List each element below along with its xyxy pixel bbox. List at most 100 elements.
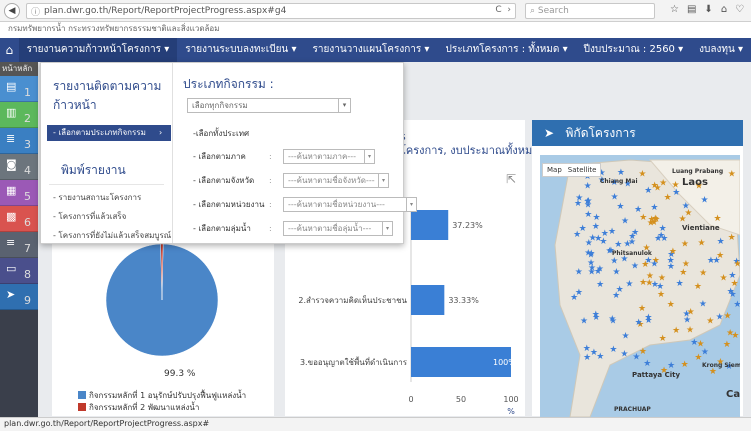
map-marker[interactable]: ★ [573,230,581,240]
map-marker[interactable]: ★ [651,181,659,191]
map-marker[interactable]: ★ [650,260,658,270]
map-marker[interactable]: ★ [676,279,684,289]
rail-item-4[interactable]: ◙ 4 [0,154,38,180]
map-marker[interactable]: ★ [713,214,721,224]
map-marker[interactable]: ★ [684,208,692,218]
map-marker[interactable]: ★ [720,274,728,284]
reading-list-icon[interactable]: ▤ [687,4,696,15]
download-icon[interactable]: ⬇ [704,4,712,15]
map-marker[interactable]: ★ [635,318,643,328]
nav-fiscal-year[interactable]: ปีงบประมาณ : 2560 ▾ [576,38,692,62]
activity-type-select[interactable]: เลือกทุกกิจกรรม ▾ [187,98,351,113]
map-type-control[interactable]: Map Satellite [542,163,602,177]
select-all-country[interactable]: -เลือกทั้งประเทศ [175,113,403,140]
map-marker[interactable]: ★ [612,267,620,277]
map-marker[interactable]: ★ [731,331,739,341]
rail-home-label[interactable]: หน้าหลัก [0,62,38,76]
bar-2[interactable] [411,285,445,315]
map-marker[interactable]: ★ [723,311,731,321]
legend-item-2[interactable]: กิจกรรมหลักที่ 2 พัฒนาแหล่งน้ำ [78,402,246,414]
nav-registration-report[interactable]: รายงานระบบลงทะเบียน ▾ [177,38,304,62]
map-marker[interactable]: ★ [628,237,636,247]
map-marker[interactable]: ★ [706,317,714,327]
map-marker[interactable]: ★ [733,300,740,310]
map-marker[interactable]: ★ [589,234,597,244]
export-icon[interactable]: ⇱ [506,172,516,186]
map-marker[interactable]: ★ [596,280,604,290]
map-marker[interactable]: ★ [584,210,592,220]
map-marker[interactable]: ★ [631,261,639,271]
address-bar[interactable]: ⓘ plan.dwr.go.th/Report/ReportProjectPro… [26,3,516,19]
menu-item-by-activity[interactable]: - เลือกตามประเภทกิจกรรม › [47,125,171,141]
nav-progress-report[interactable]: รายงานความก้าวหน้าโครงการ ▾ [18,38,178,62]
map-marker[interactable]: ★ [575,267,583,277]
map-marker[interactable]: ★ [583,197,591,207]
map-marker[interactable]: ★ [723,340,731,350]
nav-project-type[interactable]: ประเภทโครงการ : ทั้งหมด ▾ [437,38,575,62]
map-marker[interactable]: ★ [614,240,622,250]
print-link-status[interactable]: - รายงานสถานะโครงการ [41,185,172,204]
reload-icon[interactable]: C › [495,5,511,15]
map-marker[interactable]: ★ [669,247,677,257]
filter-province-select[interactable]: ---ค้นหาตามชื่อจังหวัด--- ▾ [283,173,389,188]
nav-planning-report[interactable]: รายงานวางแผนโครงการ ▾ [304,38,437,62]
map-marker[interactable]: ★ [647,218,655,228]
map-marker[interactable]: ★ [681,239,689,249]
map-marker[interactable]: ★ [612,291,620,301]
browser-search-input[interactable]: ⌕ Search [525,3,655,19]
map-marker[interactable]: ★ [716,312,724,322]
map-marker[interactable]: ★ [728,271,736,281]
map-marker[interactable]: ★ [672,181,680,191]
map-marker[interactable]: ★ [616,202,624,212]
print-link-completed[interactable]: - โครงการที่แล้วเสร็จ [41,204,172,223]
map-marker[interactable]: ★ [727,287,735,297]
map-marker[interactable]: ★ [608,227,616,237]
rail-item-5[interactable]: ▦ 5 [0,180,38,206]
filter-basin-select[interactable]: ---ค้นหาตามชื่อลุ่มน้ำ--- ▾ [283,221,393,236]
map-marker[interactable]: ★ [681,360,689,370]
map-marker[interactable]: ★ [667,262,675,272]
print-link-incomplete[interactable]: - โครงการที่ยังไม่แล้วเสร็จสมบูรณ์ [41,223,172,242]
bookmark-star-icon[interactable]: ☆ [670,4,679,15]
map-marker[interactable]: ★ [610,257,618,267]
map-marker[interactable]: ★ [672,326,680,336]
map-marker[interactable]: ★ [620,350,628,360]
map-marker[interactable]: ★ [682,309,690,319]
map-marker[interactable]: ★ [621,217,629,227]
map-marker[interactable]: ★ [699,299,707,309]
map-marker[interactable]: ★ [728,233,736,243]
map-marker[interactable]: ★ [596,265,604,275]
nav-budget[interactable]: งบลงทุน ▾ [691,38,751,62]
map-marker[interactable]: ★ [575,288,583,298]
map-marker[interactable]: ★ [631,228,639,238]
map-marker[interactable]: ★ [713,256,721,266]
map-marker[interactable]: ★ [644,313,652,323]
map-marker[interactable]: ★ [686,325,694,335]
map-marker[interactable]: ★ [690,338,698,348]
map-marker[interactable]: ★ [694,282,702,292]
map-marker[interactable]: ★ [639,213,647,223]
map-marker[interactable]: ★ [659,334,667,344]
rail-item-9[interactable]: ➤ 9 [0,284,38,310]
bar-1[interactable] [411,210,449,240]
rail-item-2[interactable]: ▥ 2 [0,102,38,128]
map-marker[interactable]: ★ [658,274,666,284]
map-marker[interactable]: ★ [667,361,675,371]
map-marker[interactable]: ★ [587,259,595,269]
legend-item-1[interactable]: กิจกรรมหลักที่ 1 อนุรักษ์ปรับปรุงฟื้นฟูแ… [78,390,246,402]
map-marker[interactable]: ★ [625,279,633,289]
map-marker[interactable]: ★ [584,182,592,192]
map-marker[interactable]: ★ [733,259,740,269]
map-marker[interactable]: ★ [592,310,600,320]
rail-item-3[interactable]: ≣ 3 [0,128,38,154]
filter-region-select[interactable]: ---ค้นหาตามภาค--- ▾ [283,149,375,164]
rail-item-8[interactable]: ▭ 8 [0,258,38,284]
map-marker[interactable]: ★ [646,271,654,281]
project-map[interactable]: ★ ★ ★ ★ ★ ★ ★ ★ ★ ★ ★ ★ ★ ★ ★ ★ ★ ★ ★ ★ ★ ★ ★ ★ ★ ★ ★ ★ ★ ★ ★ ★ ★ ★ ★ ★ ★ ★ ★ ★… [540,155,740,417]
map-marker[interactable]: ★ [664,193,672,203]
rail-item-7[interactable]: ≡ 7 [0,232,38,258]
map-marker[interactable]: ★ [592,222,600,232]
back-button[interactable]: ◀ [4,2,20,19]
rail-item-1[interactable]: ▤ 1 [0,76,38,102]
home-icon[interactable]: ⌂ [721,4,727,15]
